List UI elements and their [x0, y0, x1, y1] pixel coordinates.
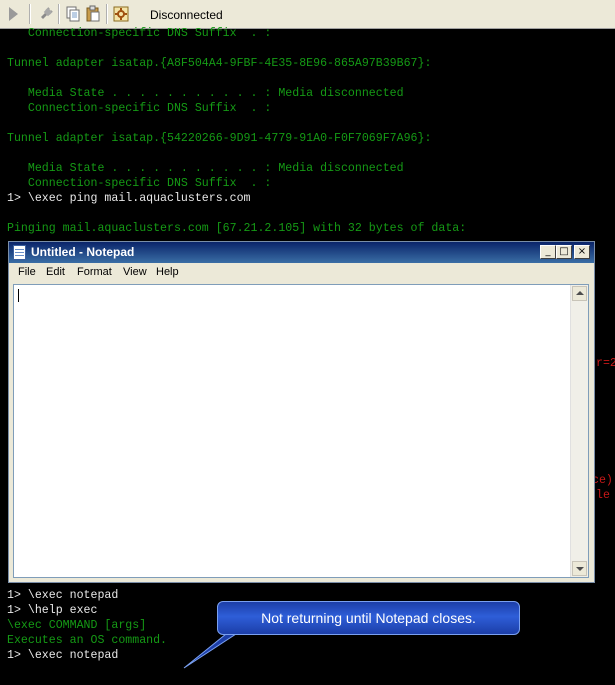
console-line: \exec COMMAND [args] [7, 619, 147, 632]
maximize-button[interactable]: □ [556, 245, 572, 259]
callout-text: Not returning until Notepad closes. [261, 610, 476, 626]
menu-format[interactable]: Format [77, 266, 112, 278]
toolbar-separator [29, 4, 31, 24]
console-line-partial: ce) [592, 474, 613, 487]
console-line: Tunnel adapter isatap.{54220266-9D91-477… [7, 132, 432, 145]
scroll-up-icon[interactable] [572, 286, 587, 301]
settings-icon[interactable] [112, 5, 130, 23]
callout-pointer [183, 634, 237, 669]
text-caret [18, 289, 19, 302]
console-line: Tunnel adapter isatap.{A8F504A4-9FBF-4E3… [7, 57, 432, 70]
console-line: Pinging mail.aquaclusters.com [67.21.2.1… [7, 222, 467, 235]
connection-status: Disconnected [150, 8, 223, 22]
notepad-title: Untitled - Notepad [31, 245, 135, 259]
menu-help[interactable]: Help [156, 266, 179, 278]
minimize-button[interactable]: _ [540, 245, 556, 259]
console-line: Connection-specific DNS Suffix . : [7, 102, 272, 115]
console-line: 1> \exec ping mail.aquaclusters.com [7, 192, 251, 205]
annotation-callout: Not returning until Notepad closes. [217, 601, 520, 635]
menu-edit[interactable]: Edit [46, 266, 65, 278]
console-line: Media State . . . . . . . . . . . : Medi… [7, 87, 404, 100]
toolbar-separator [58, 4, 60, 24]
notepad-icon [13, 245, 26, 260]
notepad-text-area[interactable] [13, 284, 589, 578]
notepad-title-bar[interactable]: Untitled - Notepad _ □ × [9, 242, 594, 263]
paste-icon[interactable] [84, 5, 102, 23]
close-button[interactable]: × [574, 245, 590, 259]
console-line-partial: le [596, 489, 610, 502]
console-line: 1> \exec notepad [7, 589, 119, 602]
menu-view[interactable]: View [123, 266, 147, 278]
toolbar-separator [106, 4, 108, 24]
console-line: Connection-specific DNS Suffix . : [7, 27, 272, 40]
vertical-scrollbar[interactable] [570, 285, 588, 577]
console-line: Connection-specific DNS Suffix . : [7, 177, 272, 190]
plug-icon[interactable] [37, 5, 55, 23]
console-line: Media State . . . . . . . . . . . : Medi… [7, 162, 404, 175]
console-line: 1> \exec notepad [7, 649, 119, 662]
play-icon[interactable] [9, 7, 18, 21]
notepad-menu-bar: File Edit Format View Help [9, 263, 594, 282]
toolbar: Disconnected [0, 0, 615, 29]
console-line: Executes an OS command. [7, 634, 168, 647]
menu-file[interactable]: File [18, 266, 36, 278]
copy-icon[interactable] [64, 5, 82, 23]
notepad-window[interactable]: Untitled - Notepad _ □ × File Edit Forma… [8, 241, 595, 583]
scroll-down-icon[interactable] [572, 561, 587, 576]
console-line: 1> \help exec [7, 604, 98, 617]
console-line-partial: r=2 [596, 357, 615, 370]
